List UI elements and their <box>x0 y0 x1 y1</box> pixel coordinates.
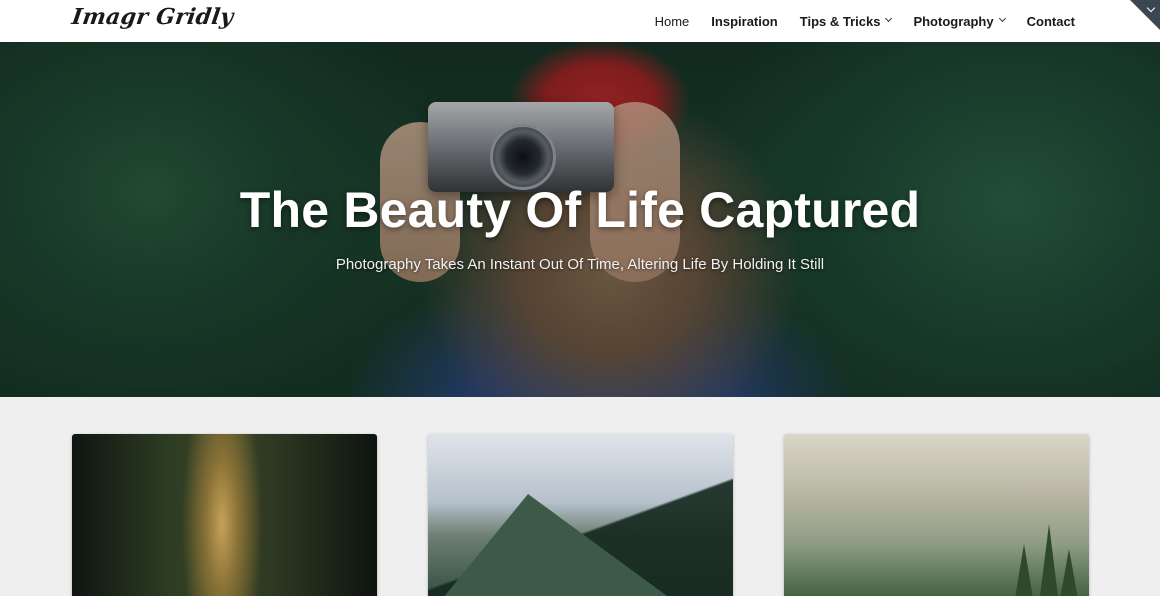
mountain-shape <box>438 494 678 596</box>
nav-tips-tricks[interactable]: Tips & Tricks <box>799 13 893 29</box>
main-nav: Home Inspiration Tips & Tricks Photograp… <box>655 0 1075 42</box>
nav-contact[interactable]: Contact <box>1027 14 1075 29</box>
corner-toggle-button[interactable] <box>1130 0 1160 30</box>
nav-photography-label: Photography <box>913 13 994 29</box>
site-logo[interactable]: Imagr Gridly <box>70 4 235 30</box>
hero-title: The Beauty Of Life Captured <box>239 182 921 238</box>
tree-shape <box>1059 549 1079 596</box>
nav-home[interactable]: Home <box>655 14 690 29</box>
post-card-lake[interactable] <box>784 434 1089 596</box>
chevron-down-icon[interactable] <box>885 14 893 22</box>
chevron-down-icon[interactable] <box>998 14 1006 22</box>
hero-subtitle: Photography Takes An Instant Out Of Time… <box>335 256 825 273</box>
nav-photography[interactable]: Photography <box>913 13 1006 29</box>
nav-inspiration[interactable]: Inspiration <box>711 14 777 29</box>
nav-tips-tricks-label: Tips & Tricks <box>799 13 881 29</box>
post-grid <box>0 397 1160 596</box>
site-header: Imagr Gridly Home Inspiration Tips & Tri… <box>0 0 1160 42</box>
post-card-mountain[interactable] <box>428 434 733 596</box>
hero-banner: The Beauty Of Life Captured Photography … <box>0 42 1160 397</box>
tree-shape <box>1039 524 1059 596</box>
tree-shape <box>1014 544 1034 596</box>
post-card-forest[interactable] <box>72 434 377 596</box>
